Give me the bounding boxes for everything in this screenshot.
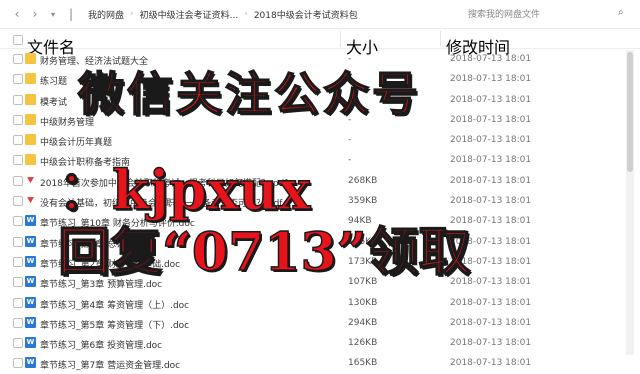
scrollbar-thumb[interactable]: [627, 52, 633, 172]
file-modified-time: 2018-07-13 18:01: [450, 74, 532, 85]
pdf-icon: ⯆: [25, 194, 36, 208]
breadcrumb: 我的网盘 › 初级中级注会考证资料... › 2018中级会计考试资料包: [88, 8, 358, 21]
file-size: 165KB: [348, 358, 378, 369]
file-row[interactable]: W 章节练习_第4章 筹资管理（上）.doc 130KB 2018-07-13 18:…: [0, 293, 624, 313]
file-modified-time: 2018-07-13 18:01: [450, 196, 532, 207]
folder-icon: [25, 113, 36, 125]
doc-icon: W: [25, 255, 36, 267]
file-modified-time: 2018-07-13 18:01: [450, 358, 532, 369]
doc-icon: W: [25, 215, 36, 227]
doc-icon: W: [25, 316, 36, 328]
file-modified-time: 2018-07-13 18:01: [450, 155, 532, 166]
folder-icon: [25, 53, 36, 64]
file-name[interactable]: 模考试: [40, 95, 67, 108]
file-modified-time: 2018-07-13 18:01: [450, 317, 532, 328]
file-size: -: [348, 155, 352, 166]
row-checkbox[interactable]: [13, 54, 23, 64]
pdf-icon: ⯆: [25, 173, 36, 187]
search-icon[interactable]: ⌕: [618, 7, 624, 18]
file-row[interactable]: W 章节练习_第6章 投资管理.doc 126KB 2018-07-13 18:01: [0, 333, 624, 353]
breadcrumb-folder[interactable]: 初级中级注会考证资料...: [140, 8, 239, 21]
file-name[interactable]: 章节练习_第5章 筹资管理（下）.doc: [40, 318, 189, 331]
row-checkbox[interactable]: [13, 196, 23, 207]
file-modified-time: 2018-07-13 18:01: [450, 175, 532, 186]
file-size: 126KB: [348, 338, 378, 349]
file-size: -: [348, 135, 352, 146]
doc-icon: W: [25, 357, 36, 369]
row-checkbox[interactable]: [13, 256, 23, 267]
file-name[interactable]: 章节练习_第4章 筹资管理（上）.doc: [40, 298, 189, 311]
row-checkbox[interactable]: [13, 74, 23, 85]
row-checkbox[interactable]: [13, 155, 23, 166]
column-divider[interactable]: [340, 31, 341, 47]
toolbar: ‹ › ▾ | 我的网盘 › 初级中级注会考证资料... › 2018中级会计考…: [0, 0, 640, 29]
forward-icon[interactable]: ›: [26, 7, 44, 21]
file-modified-time: 2018-07-13 18:01: [450, 114, 532, 125]
file-name[interactable]: 章节练习_第7章 营运资金管理.doc: [40, 358, 180, 371]
folder-icon: [25, 154, 36, 166]
file-name[interactable]: 练习题: [40, 74, 67, 87]
row-checkbox[interactable]: [13, 277, 23, 288]
file-list-header: [0, 30, 640, 49]
row-checkbox[interactable]: [13, 135, 23, 146]
doc-icon: W: [25, 337, 36, 349]
file-modified-time: 2018-07-13 18:01: [450, 54, 532, 64]
row-checkbox[interactable]: [13, 175, 23, 186]
file-modified-time: 2018-07-13 18:01: [450, 338, 532, 349]
up-icon[interactable]: |: [62, 7, 80, 21]
row-checkbox[interactable]: [13, 317, 23, 328]
back-icon[interactable]: ‹: [8, 7, 26, 21]
file-row[interactable]: W 章节练习_第7章 营运资金管理.doc 165KB 2018-07-13 18:0…: [0, 353, 624, 373]
overlay-line-3: 回复“0713”领取: [57, 221, 471, 284]
row-checkbox[interactable]: [13, 216, 23, 227]
row-checkbox[interactable]: [13, 297, 23, 308]
breadcrumb-current[interactable]: 2018中级会计考试资料包: [254, 8, 358, 21]
file-name[interactable]: 章节练习_第6章 投资管理.doc: [40, 338, 162, 351]
doc-icon: W: [25, 296, 36, 308]
history-dropdown-icon[interactable]: ▾: [44, 10, 62, 19]
doc-icon: W: [25, 235, 36, 247]
file-modified-time: 2018-07-13 18:01: [450, 94, 532, 105]
folder-icon: [25, 73, 36, 85]
chevron-right-icon: ›: [130, 9, 134, 19]
breadcrumb-root[interactable]: 我的网盘: [88, 8, 124, 21]
file-size: 130KB: [348, 297, 378, 308]
column-divider[interactable]: [440, 31, 441, 47]
file-size: 268KB: [348, 175, 378, 186]
doc-icon: W: [25, 276, 36, 288]
file-modified-time: 2018-07-13 18:01: [450, 297, 532, 308]
file-size: 294KB: [348, 317, 378, 328]
search-input[interactable]: 搜索我的网盘文件: [468, 7, 628, 20]
row-checkbox[interactable]: [13, 338, 23, 349]
row-checkbox[interactable]: [13, 358, 23, 369]
folder-icon: [25, 93, 36, 105]
file-size: 359KB: [348, 196, 378, 207]
folder-icon: [25, 134, 36, 146]
overlay-line-1: 微信关注公众号: [77, 66, 421, 122]
row-checkbox[interactable]: [13, 94, 23, 105]
file-modified-time: 2018-07-13 18:01: [450, 135, 532, 146]
chevron-right-icon: ›: [244, 9, 248, 19]
select-all-checkbox[interactable]: [13, 35, 23, 45]
file-row[interactable]: W 章节练习_第5章 筹资管理（下）.doc 294KB 2018-07-13 18:…: [0, 313, 624, 333]
row-checkbox[interactable]: [13, 114, 23, 125]
row-checkbox[interactable]: [13, 236, 23, 247]
